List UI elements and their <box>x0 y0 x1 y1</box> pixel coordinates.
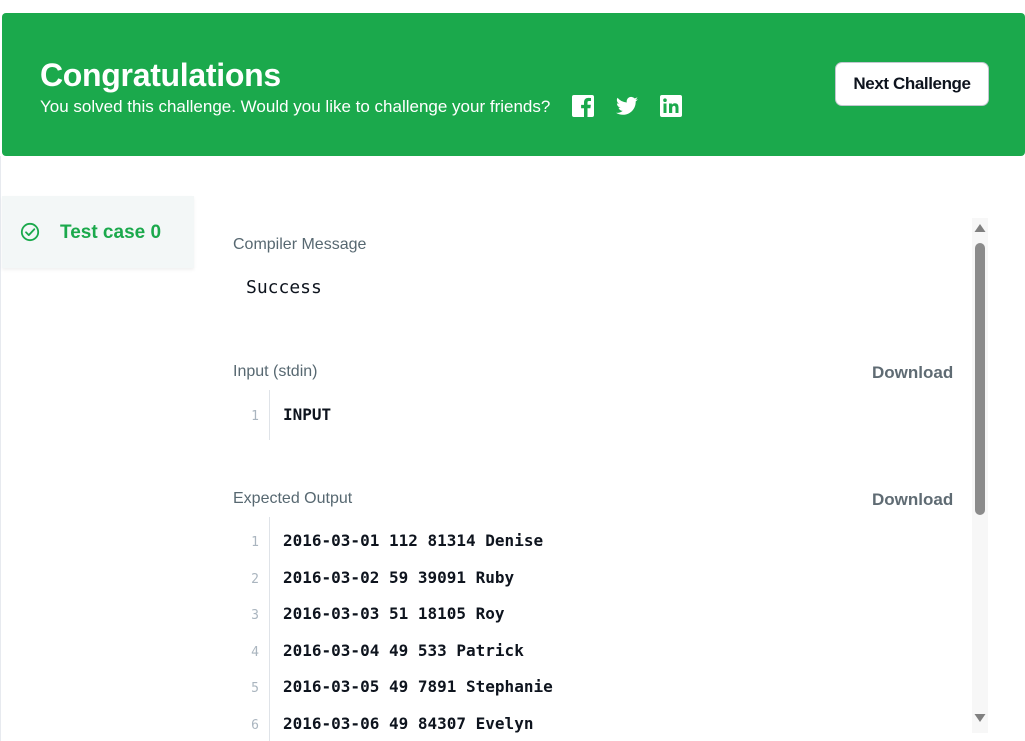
code-text: 2016-03-05 49 7891 Stephanie <box>283 677 553 696</box>
facebook-icon[interactable] <box>571 94 595 118</box>
input-download-link[interactable]: Download <box>872 363 953 383</box>
scroll-down-arrow-icon[interactable] <box>973 712 987 724</box>
line-number: 3 <box>251 608 259 623</box>
compiler-message-value: Success <box>246 277 322 298</box>
code-text: 2016-03-02 59 39091 Ruby <box>283 568 515 587</box>
code-line: 1 INPUT <box>233 405 973 429</box>
scroll-up-arrow-icon[interactable] <box>973 222 987 234</box>
input-code-block: 1 INPUT <box>233 390 973 440</box>
code-text: 2016-03-04 49 533 Patrick <box>283 641 524 660</box>
code-line: 2 2016-03-02 59 39091 Ruby <box>233 568 973 592</box>
test-case-label: Test case 0 <box>60 222 162 243</box>
twitter-icon[interactable] <box>615 94 639 118</box>
expected-download-link[interactable]: Download <box>872 490 953 510</box>
compiler-message-label: Compiler Message <box>233 236 367 253</box>
code-line: 5 2016-03-05 49 7891 Stephanie <box>233 677 973 701</box>
code-text: 2016-03-01 112 81314 Denise <box>283 531 544 550</box>
scrollbar-thumb[interactable] <box>975 243 985 515</box>
line-number: 5 <box>251 681 259 696</box>
line-number: 1 <box>251 535 259 550</box>
linkedin-icon[interactable] <box>659 94 683 118</box>
left-divider <box>0 156 1 741</box>
code-line: 4 2016-03-04 49 533 Patrick <box>233 641 973 665</box>
code-line: 3 2016-03-03 51 18105 Roy <box>233 604 973 628</box>
next-challenge-button[interactable]: Next Challenge <box>835 62 989 106</box>
line-number: 2 <box>251 572 259 587</box>
code-text: 2016-03-06 49 84307 Evelyn <box>283 714 534 733</box>
line-number: 6 <box>251 718 259 733</box>
banner-title: Congratulations <box>40 57 281 93</box>
code-line: 1 2016-03-01 112 81314 Denise <box>233 531 973 555</box>
expected-output-code-block: 1 2016-03-01 112 81314 Denise 2 2016-03-… <box>233 517 973 741</box>
tab-test-case-0[interactable]: Test case 0 <box>2 196 194 268</box>
code-text: INPUT <box>283 405 332 424</box>
code-text: 2016-03-03 51 18105 Roy <box>283 604 505 623</box>
success-banner: Congratulations You solved this challeng… <box>2 13 1025 156</box>
code-line: 6 2016-03-06 49 84307 Evelyn <box>233 714 973 738</box>
input-label: Input (stdin) <box>233 363 318 380</box>
line-number: 1 <box>251 409 259 424</box>
line-number: 4 <box>251 645 259 660</box>
check-circle-icon <box>20 222 40 242</box>
expected-output-label: Expected Output <box>233 490 353 507</box>
banner-subtitle: You solved this challenge. Would you lik… <box>40 97 551 116</box>
